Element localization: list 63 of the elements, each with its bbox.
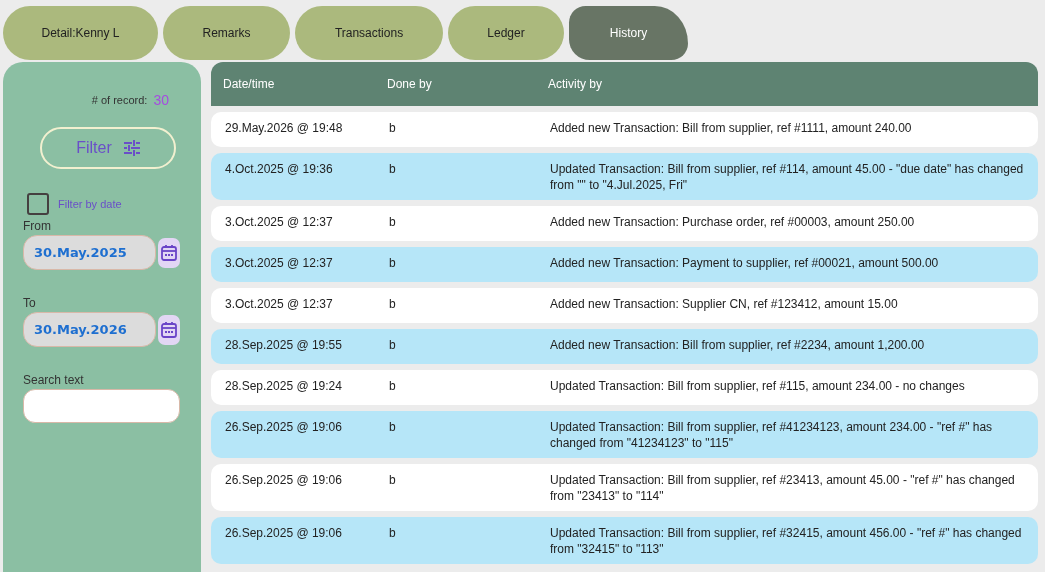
table-cell-text: Updated Transaction: Bill from supplier, ref #115, amount 234.00 - no changes	[549, 378, 966, 394]
field-label: Search text	[23, 373, 85, 387]
table-cell-text: 3.Oct.2025 @ 12:37	[224, 296, 334, 312]
table-row[interactable]: 29.May.2026 @ 19:48 b Added new Transaction: Bill from supplier, ref #1111, amount 240.00	[211, 112, 1038, 147]
table-row[interactable]: 26.Sep.2025 @ 19:06 b Updated Transaction: Bill from supplier, ref #23413, amount 45.00 - "ref #" has changed from "23413" to "114"	[211, 464, 1038, 511]
table-row[interactable]: 26.Sep.2025 @ 19:06 b Updated Transaction: Bill from supplier, ref #32415, amount 456.00 - "ref #" has changed from "32415" to "113"	[211, 517, 1038, 564]
tab[interactable]: Transactions	[295, 6, 443, 60]
checkbox[interactable]	[27, 193, 49, 215]
table-cell-text: Updated Transaction: Bill from supplier, ref #114, amount 45.00 - "due date" has changed from "" to "4.Jul.2025, Fri"	[549, 161, 1024, 193]
tab[interactable]: Remarks	[163, 6, 290, 60]
tab[interactable]: Detail:Kenny L	[3, 6, 158, 60]
table-cell-text: 3.Oct.2025 @ 12:37	[224, 214, 334, 230]
date-field[interactable]: 30.May.2025	[23, 235, 156, 270]
search-field[interactable]	[23, 389, 180, 423]
table-row[interactable]: 28.Sep.2025 @ 19:24 b Updated Transaction: Bill from supplier, ref #115, amount 234.00 - no changes	[211, 370, 1038, 405]
table-row[interactable]: 3.Oct.2025 @ 12:37 b Added new Transaction: Payment to supplier, ref #00021, amount 500.00	[211, 247, 1038, 282]
table-cell-text: 28.Sep.2025 @ 19:55	[224, 337, 343, 353]
table-cell-text: b	[388, 120, 397, 136]
table-cell-text: b	[388, 525, 397, 541]
table-cell-text: 26.Sep.2025 @ 19:06	[224, 525, 343, 541]
table-cell-text: Added new Transaction: Bill from supplier, ref #2234, amount 1,200.00	[549, 337, 926, 353]
table-cell-text: 3.Oct.2025 @ 12:37	[224, 255, 334, 271]
table-row[interactable]: 3.Oct.2025 @ 12:37 b Added new Transaction: Supplier CN, ref #123412, amount 15.00	[211, 288, 1038, 323]
record-count: 30	[153, 92, 169, 108]
calendar-button[interactable]	[158, 314, 180, 345]
sliders-icon	[123, 140, 140, 156]
table-cell-text: b	[388, 161, 397, 177]
table-cell-text: b	[388, 296, 397, 312]
table-cell-text: 26.Sep.2025 @ 19:06	[224, 419, 343, 435]
table-cell-text: b	[388, 419, 397, 435]
calendar-icon	[160, 243, 178, 262]
table-cell-text: 4.Oct.2025 @ 19:36	[224, 161, 334, 177]
calendar-icon	[160, 320, 178, 339]
table-cell-text: Added new Transaction: Payment to supplier, ref #00021, amount 500.00	[549, 255, 940, 271]
calendar-button[interactable]	[158, 237, 180, 268]
column-header: Date/time	[223, 77, 276, 91]
record-count-label: # of record:	[91, 94, 148, 106]
table-cell-text: Added new Transaction: Supplier CN, ref #123412, amount 15.00	[549, 296, 899, 312]
checkbox-label: Filter by date	[58, 198, 122, 210]
table-cell-text: 29.May.2026 @ 19:48	[224, 120, 344, 136]
column-header: Done by	[387, 77, 433, 91]
table-cell-text: b	[388, 337, 397, 353]
tab[interactable]: Ledger	[448, 6, 564, 60]
column-header: Activity by	[548, 77, 603, 91]
table-cell-text: Updated Transaction: Bill from supplier, ref #41234123, amount 234.00 - "ref #" has changed from "41234123" to "115"	[549, 419, 994, 451]
table-cell-text: b	[388, 378, 397, 394]
table-cell-text: Added new Transaction: Bill from supplier, ref #1111, amount 240.00	[549, 120, 913, 136]
table-cell-text: Updated Transaction: Bill from supplier, ref #32415, amount 456.00 - "ref #" has changed from "32415" to "113"	[549, 525, 1023, 557]
table-cell-text: b	[388, 472, 397, 488]
table-cell-text: Added new Transaction: Purchase order, ref #00003, amount 250.00	[549, 214, 916, 230]
table-row[interactable]: 26.Sep.2025 @ 19:06 b Updated Transaction: Bill from supplier, ref #41234123, amount 234.00 - "ref #" has changed from "41234123" to "115"	[211, 411, 1038, 458]
table-cell-text: Updated Transaction: Bill from supplier, ref #23413, amount 45.00 - "ref #" has changed from "23413" to "114"	[549, 472, 1016, 504]
field-label: To	[23, 296, 37, 310]
table-row[interactable]: 3.Oct.2025 @ 12:37 b Added new Transaction: Purchase order, ref #00003, amount 250.00	[211, 206, 1038, 241]
table-row[interactable]: 28.Sep.2025 @ 19:55 b Added new Transaction: Bill from supplier, ref #2234, amount 1,200.00	[211, 329, 1038, 364]
date-field[interactable]: 30.May.2026	[23, 312, 156, 347]
table-cell-text: 26.Sep.2025 @ 19:06	[224, 472, 343, 488]
table-cell-text: b	[388, 255, 397, 271]
field-label: From	[23, 219, 52, 233]
table-cell-text: 28.Sep.2025 @ 19:24	[224, 378, 343, 394]
table-cell-text: b	[388, 214, 397, 230]
table-row[interactable]: 4.Oct.2025 @ 19:36 b Updated Transaction: Bill from supplier, ref #114, amount 45.00 - "due date" has changed from "" to "4.Jul.2025, Fri"	[211, 153, 1038, 200]
tab[interactable]: History	[569, 6, 688, 60]
